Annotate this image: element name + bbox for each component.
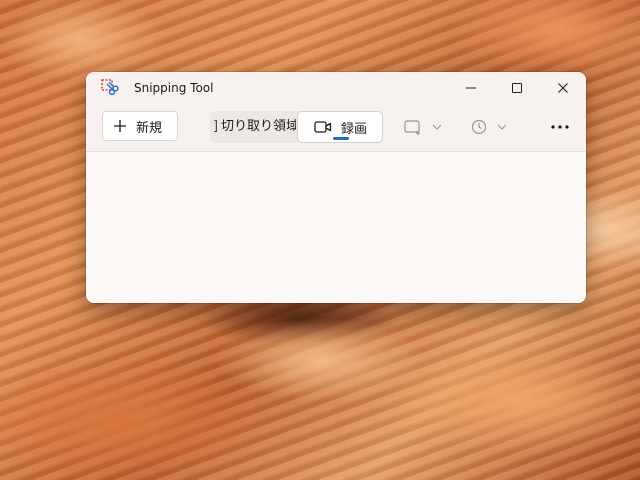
chevron-down-icon xyxy=(497,124,507,130)
new-snip-label: 新規 xyxy=(136,120,163,136)
selected-indicator xyxy=(333,137,349,140)
snipping-tool-app-icon xyxy=(101,79,119,96)
snip-mode-button[interactable]: ] 切り取り領域 xyxy=(210,111,296,143)
rectangle-snip-icon xyxy=(404,120,420,135)
title-bar[interactable]: Snipping Tool xyxy=(86,72,586,104)
snipping-tool-window: Snipping Tool 新規] 切り取り領域 録画 xyxy=(86,72,586,303)
minimize-icon xyxy=(466,87,476,89)
chevron-down-icon xyxy=(432,124,442,130)
close-icon xyxy=(558,83,568,93)
capture-area xyxy=(86,152,586,303)
snip-shape-dropdown[interactable] xyxy=(404,115,442,139)
close-button[interactable] xyxy=(540,72,586,104)
more-options-button[interactable] xyxy=(546,115,574,139)
video-camera-icon xyxy=(314,121,332,133)
maximize-icon xyxy=(512,83,522,93)
desktop-wallpaper: Snipping Tool 新規] 切り取り領域 録画 xyxy=(0,0,640,480)
minimize-button[interactable] xyxy=(448,72,494,104)
more-horizontal-icon xyxy=(551,125,569,129)
record-mode-label: 録画 xyxy=(341,121,368,137)
plus-icon xyxy=(114,120,126,132)
maximize-button[interactable] xyxy=(494,72,540,104)
window-title: Snipping Tool xyxy=(134,81,214,95)
capture-mode-toggle: ] 切り取り領域 録画 xyxy=(210,111,383,143)
new-snip-button[interactable]: 新規 xyxy=(102,111,178,141)
toolbar: 新規 ] 切り取り領域 録画 xyxy=(86,104,586,152)
delay-dropdown[interactable] xyxy=(471,115,507,139)
snip-mode-icon: ] xyxy=(213,119,219,134)
clock-icon xyxy=(471,119,487,135)
snip-mode-label: 切り取り領域 xyxy=(221,119,296,134)
record-mode-button[interactable]: 録画 xyxy=(297,111,383,143)
